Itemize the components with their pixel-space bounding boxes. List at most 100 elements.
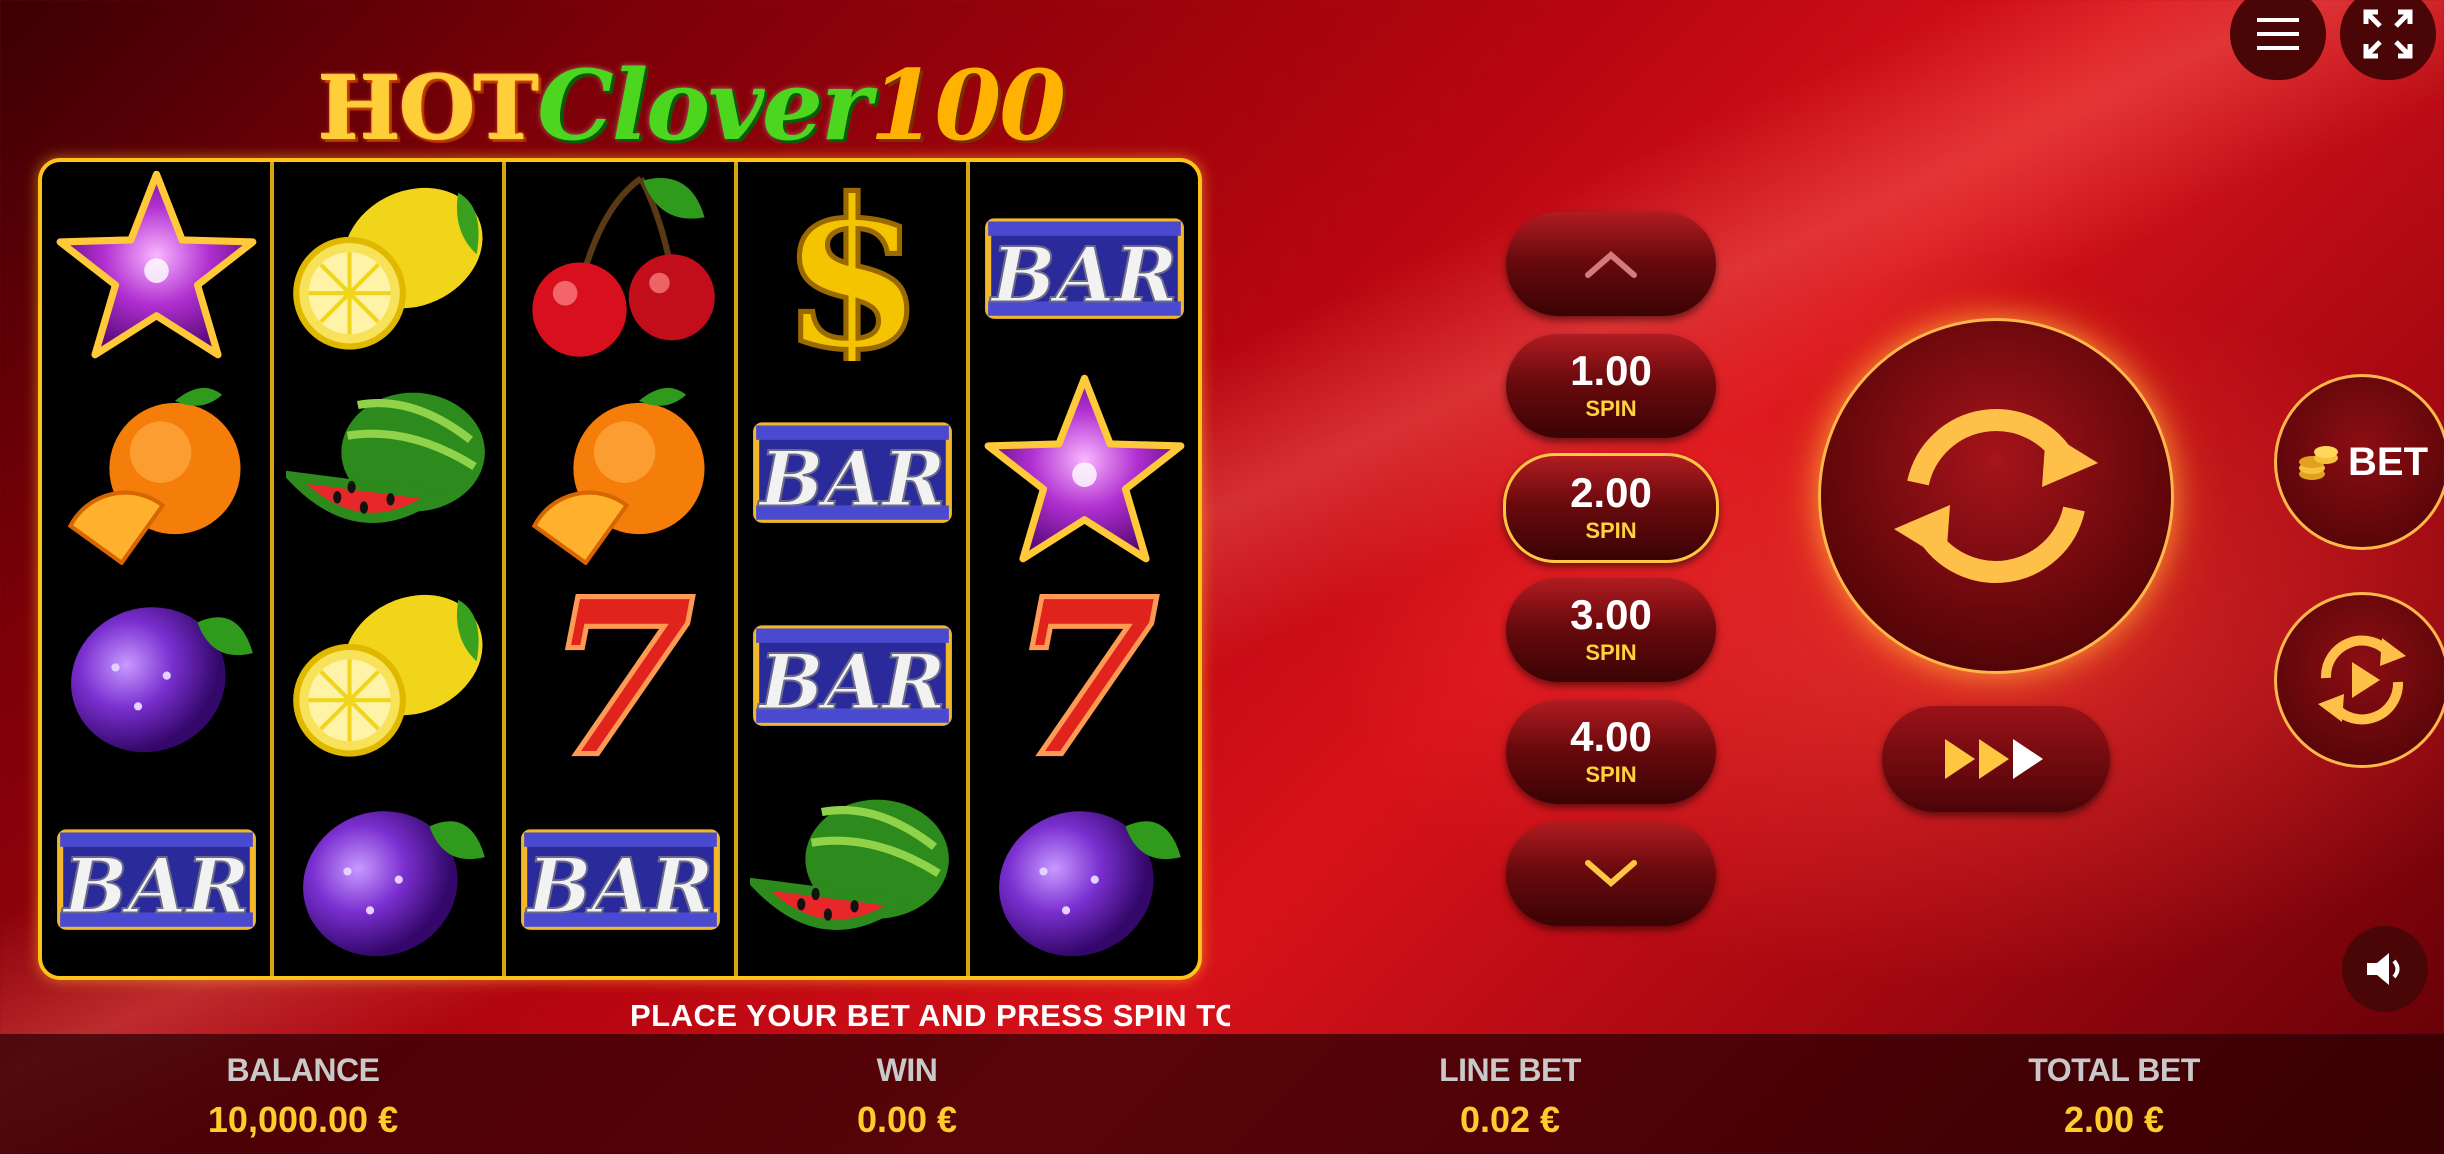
hamburger-icon — [2257, 18, 2299, 50]
bet-option-4[interactable]: 4.00 SPIN — [1506, 700, 1716, 804]
symbol-bar: BAR — [506, 773, 734, 977]
symbol-lemon — [274, 569, 502, 773]
symbol-plum — [970, 773, 1198, 977]
svg-text:BAR: BAR — [757, 638, 945, 727]
fullscreen-button[interactable] — [2340, 0, 2436, 80]
svg-text:$: $ — [781, 166, 924, 361]
symbol-star — [42, 162, 270, 366]
autoplay-icon — [2318, 635, 2406, 725]
bet-option-label: SPIN — [1585, 518, 1637, 543]
win-label: WIN — [876, 1052, 938, 1088]
total-bet-value: 2.00 € — [2063, 1099, 2165, 1140]
reel-4: $ BAR BAR — [738, 162, 970, 976]
bar-icon: BAR — [984, 218, 1184, 321]
balance-label: BALANCE — [226, 1052, 380, 1088]
symbol-bar: BAR — [738, 366, 966, 570]
logo-clover: Clover — [537, 49, 871, 162]
line-bet-value: 0.02 € — [1459, 1099, 1561, 1140]
symbol-dollar: $ — [738, 162, 966, 366]
symbol-star — [970, 366, 1198, 570]
bar-icon: BAR — [520, 829, 720, 931]
line-bet-label: LINE BET — [1439, 1052, 1581, 1088]
speaker-icon — [2367, 953, 2400, 985]
symbol-orange — [506, 366, 734, 570]
bet-option-label: SPIN — [1585, 396, 1637, 421]
plum-icon — [70, 607, 253, 753]
bet-option-3[interactable]: 3.00 SPIN — [1506, 578, 1716, 682]
bet-option-1[interactable]: 1.00 SPIN — [1506, 334, 1716, 438]
plum-icon — [302, 810, 485, 956]
svg-text:BAR: BAR — [525, 841, 713, 930]
spin-arrows-icon — [1894, 409, 2098, 583]
line-bet-stat: LINE BET 0.02 € — [1310, 1052, 1710, 1141]
orange-icon — [67, 387, 241, 565]
svg-text:BAR: BAR — [757, 434, 945, 523]
bar-icon: BAR — [56, 829, 256, 931]
bet-option-label: SPIN — [1585, 762, 1637, 787]
win-stat: WIN 0.00 € — [707, 1052, 1107, 1141]
reel-1: BAR — [42, 162, 274, 976]
symbol-seven: 7 — [970, 569, 1198, 773]
logo-hot: HOT — [318, 56, 539, 160]
game-logo: HOTClover100 — [318, 58, 1066, 154]
win-value: 0.00 € — [856, 1099, 958, 1140]
symbol-bar: BAR — [738, 569, 966, 773]
bet-up-button[interactable] — [1506, 212, 1716, 316]
lemon-icon — [292, 595, 483, 757]
coins-icon — [2299, 446, 2338, 480]
menu-button[interactable] — [2230, 0, 2326, 80]
watermelon-icon — [749, 799, 949, 930]
total-bet-stat: TOTAL BET 2.00 € — [1914, 1052, 2314, 1141]
bar-icon: BAR — [752, 625, 952, 728]
turbo-button[interactable] — [1882, 706, 2110, 812]
bet-option-value: 4.00 — [1570, 713, 1652, 760]
symbol-plum — [42, 569, 270, 773]
chevron-up-icon — [1585, 251, 1637, 278]
svg-text:7: 7 — [545, 573, 695, 768]
symbol-watermelon — [274, 366, 502, 570]
total-bet-label: TOTAL BET — [2028, 1052, 2200, 1088]
symbol-bar: BAR — [42, 773, 270, 977]
reel-3: 7 BAR — [506, 162, 738, 976]
watermelon-icon — [285, 392, 485, 523]
bar-icon: BAR — [752, 422, 952, 524]
reel-2 — [274, 162, 506, 976]
bet-settings-label: BET — [2348, 439, 2428, 484]
star-icon — [984, 374, 1184, 563]
fullscreen-icon — [2363, 9, 2413, 59]
balance-value: 10,000.00 € — [207, 1099, 399, 1140]
symbol-seven: 7 — [506, 569, 734, 773]
bet-option-value: 2.00 — [1570, 469, 1652, 516]
symbol-lemon — [274, 162, 502, 366]
svg-text:BAR: BAR — [989, 231, 1177, 320]
symbol-cherry — [506, 162, 734, 366]
spin-button[interactable] — [1818, 318, 2174, 674]
symbol-plum — [274, 773, 502, 977]
star-icon — [56, 170, 256, 359]
logo-100: 100 — [869, 49, 1066, 162]
bet-option-value: 3.00 — [1570, 591, 1652, 638]
reel-5: BAR 7 — [970, 162, 1198, 976]
autoplay-button[interactable] — [2274, 592, 2444, 768]
symbol-orange — [42, 366, 270, 570]
bet-down-button[interactable] — [1506, 822, 1716, 926]
bottom-bar: BALANCE 10,000.00 € WIN 0.00 € LINE BET … — [0, 1034, 2444, 1154]
dollar-icon: $ — [778, 166, 926, 361]
seven-icon: 7 — [1007, 573, 1162, 768]
bet-settings-button[interactable]: BET — [2274, 374, 2444, 550]
plum-icon — [998, 810, 1181, 956]
bet-option-value: 1.00 — [1570, 347, 1652, 394]
fast-forward-icon — [1945, 739, 2043, 779]
bet-option-2-selected[interactable]: 2.00 SPIN — [1503, 453, 1719, 563]
orange-icon — [531, 387, 705, 565]
symbol-bar: BAR — [970, 162, 1198, 366]
reels-grid: BAR 7 BAR $ BAR BAR BAR 7 — [38, 158, 1202, 980]
svg-text:7: 7 — [1009, 573, 1159, 768]
balance-stat: BALANCE 10,000.00 € — [103, 1052, 503, 1141]
sound-button[interactable] — [2342, 926, 2428, 1012]
chevron-down-icon — [1585, 860, 1637, 887]
svg-text:BAR: BAR — [61, 841, 249, 930]
bet-option-label: SPIN — [1585, 640, 1637, 665]
lemon-icon — [292, 188, 483, 350]
cherry-icon — [531, 176, 715, 358]
